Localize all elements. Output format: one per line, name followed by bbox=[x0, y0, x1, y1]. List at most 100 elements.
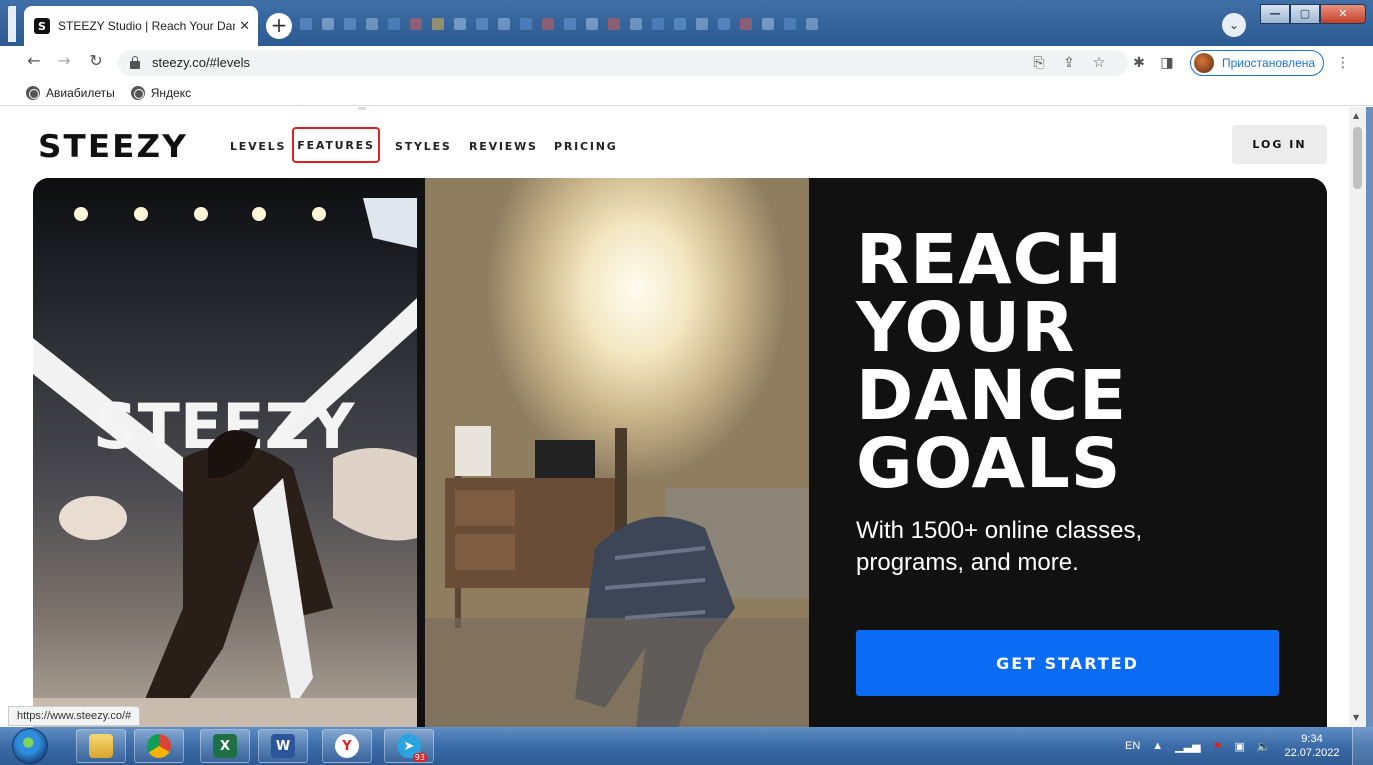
tab-icon[interactable] bbox=[674, 18, 686, 30]
extensions-puzzle-icon[interactable]: ✱ bbox=[1130, 54, 1148, 72]
scrollbar-thumb[interactable] bbox=[1353, 127, 1362, 189]
tab-icon[interactable] bbox=[300, 18, 312, 30]
tray-expand-icon[interactable]: ▲ bbox=[1152, 740, 1163, 752]
network-signal-icon[interactable]: ▁▃▅ bbox=[1175, 740, 1200, 753]
tab-icon[interactable] bbox=[322, 18, 334, 30]
clock-date: 22.07.2022 bbox=[1284, 747, 1340, 759]
taskbar-yandex[interactable]: Y bbox=[322, 729, 372, 763]
window-edge bbox=[8, 6, 16, 42]
show-desktop-button[interactable] bbox=[1352, 727, 1373, 765]
profile-button[interactable]: Приостановлена bbox=[1190, 50, 1324, 76]
tab-icon[interactable] bbox=[762, 18, 774, 30]
globe-icon bbox=[26, 85, 40, 100]
side-panel-icon[interactable]: ◨ bbox=[1158, 54, 1176, 72]
tab-icon[interactable] bbox=[806, 18, 818, 30]
login-button[interactable]: LOG IN bbox=[1232, 125, 1327, 164]
nav-hover-indicator bbox=[358, 107, 366, 110]
hero-video-home bbox=[425, 178, 809, 727]
browser-toolbar: ← → ↻ steezy.co/#levels ⎘ ⇪ ☆ ✱ ◨ Приост… bbox=[0, 46, 1373, 80]
back-arrow-icon[interactable]: ← bbox=[22, 51, 46, 75]
address-bar[interactable]: steezy.co/#levels bbox=[118, 50, 1128, 76]
headline-line: DANCE bbox=[856, 356, 1128, 436]
power-icon[interactable]: ▣ bbox=[1234, 740, 1244, 753]
page-scrollbar[interactable]: ▲ ▼ bbox=[1349, 107, 1366, 727]
close-window-button[interactable]: ✕ bbox=[1320, 4, 1366, 24]
tab-icon[interactable] bbox=[388, 18, 400, 30]
taskbar-excel[interactable]: X bbox=[200, 729, 250, 763]
chrome-icon bbox=[147, 734, 171, 758]
scroll-down-arrow-icon[interactable]: ▼ bbox=[1353, 713, 1359, 722]
bookmark-star-icon[interactable]: ☆ bbox=[1090, 54, 1108, 72]
tab-icon[interactable] bbox=[410, 18, 422, 30]
tab-icon[interactable] bbox=[784, 18, 796, 30]
nav-link-pricing[interactable]: PRICING bbox=[554, 140, 618, 153]
globe-icon bbox=[130, 85, 145, 100]
tab-icon[interactable] bbox=[718, 18, 730, 30]
scroll-up-arrow-icon[interactable]: ▲ bbox=[1353, 111, 1359, 120]
language-indicator[interactable]: EN bbox=[1125, 740, 1140, 752]
windows-taskbar: X W Y ➤ 93 EN ▲ ▁▃▅ ⚑ ▣ 🔈 9:34 22.07.2022 bbox=[0, 727, 1373, 765]
folder-icon bbox=[89, 734, 113, 758]
tab-icon[interactable] bbox=[564, 18, 576, 30]
action-center-flag-icon[interactable]: ⚑ bbox=[1213, 740, 1223, 753]
clock-time: 9:34 bbox=[1301, 733, 1323, 745]
minimize-button[interactable]: — bbox=[1260, 4, 1290, 24]
window-controls: — ▢ ✕ bbox=[1260, 4, 1366, 24]
excel-icon: X bbox=[213, 734, 237, 758]
nav-link-reviews[interactable]: REVIEWS bbox=[469, 140, 538, 153]
headline-line: YOUR bbox=[856, 288, 1076, 368]
maximize-button[interactable]: ▢ bbox=[1290, 4, 1320, 24]
pinned-tab-icons bbox=[300, 14, 818, 34]
system-tray: EN ▲ ▁▃▅ ⚑ ▣ 🔈 bbox=[1125, 727, 1271, 765]
telegram-icon: ➤ 93 bbox=[397, 734, 427, 762]
taskbar-telegram[interactable]: ➤ 93 bbox=[384, 729, 434, 763]
reload-icon[interactable]: ↻ bbox=[84, 51, 108, 75]
tab-icon[interactable] bbox=[652, 18, 664, 30]
tab-icon[interactable] bbox=[454, 18, 466, 30]
start-button[interactable] bbox=[12, 728, 48, 764]
tab-title: STEEZY Studio | Reach Your Danc bbox=[58, 19, 236, 33]
kebab-menu-icon[interactable]: ⋮ bbox=[1334, 54, 1352, 72]
url-text[interactable]: steezy.co/#levels bbox=[152, 55, 250, 70]
steezy-logo[interactable]: STEEZY bbox=[38, 129, 188, 165]
bookmark-label: Яндекс bbox=[150, 85, 192, 100]
hero-subtitle: With 1500+ online classes, programs, and… bbox=[856, 517, 1143, 576]
taskbar-chrome[interactable] bbox=[134, 729, 184, 763]
tab-close-icon[interactable]: ✕ bbox=[239, 19, 250, 34]
new-tab-button[interactable]: + bbox=[266, 13, 292, 39]
tab-icon[interactable] bbox=[542, 18, 554, 30]
lock-icon[interactable] bbox=[130, 56, 140, 69]
browser-tab-active[interactable]: S STEEZY Studio | Reach Your Danc ✕ bbox=[24, 6, 258, 46]
nav-link-features[interactable]: FEATURES bbox=[297, 139, 374, 152]
nav-link-styles[interactable]: STYLES bbox=[395, 140, 452, 153]
tab-icon[interactable] bbox=[432, 18, 444, 30]
tab-icon[interactable] bbox=[366, 18, 378, 30]
nav-link-features-highlight[interactable]: FEATURES bbox=[292, 127, 380, 163]
tab-search-button[interactable]: ⌄ bbox=[1222, 13, 1246, 37]
bookmark-yandex[interactable]: Яндекс bbox=[130, 85, 192, 100]
get-started-button[interactable]: GET STARTED bbox=[856, 630, 1279, 696]
tab-icon[interactable] bbox=[520, 18, 532, 30]
volume-icon[interactable]: 🔈 bbox=[1257, 740, 1271, 753]
translate-icon[interactable]: ⎘ bbox=[1030, 54, 1048, 72]
bookmark-aviabilety[interactable]: Авиабилеты bbox=[26, 85, 115, 100]
tab-icon[interactable] bbox=[608, 18, 620, 30]
nav-link-levels[interactable]: LEVELS bbox=[230, 140, 286, 153]
bookmark-label: Авиабилеты bbox=[46, 85, 115, 100]
taskbar-clock[interactable]: 9:34 22.07.2022 bbox=[1282, 732, 1342, 760]
tab-icon[interactable] bbox=[498, 18, 510, 30]
tab-icon[interactable] bbox=[344, 18, 356, 30]
share-icon[interactable]: ⇪ bbox=[1060, 54, 1078, 72]
studio-dancers-illustration: STEEZY bbox=[33, 198, 417, 727]
headline-line: GOALS bbox=[856, 424, 1122, 504]
forward-arrow-icon[interactable]: → bbox=[52, 51, 76, 75]
tab-icon[interactable] bbox=[586, 18, 598, 30]
tab-icon[interactable] bbox=[476, 18, 488, 30]
tab-icon[interactable] bbox=[630, 18, 642, 30]
taskbar-explorer[interactable] bbox=[76, 729, 126, 763]
taskbar-word[interactable]: W bbox=[258, 729, 308, 763]
window-frame-edge bbox=[1366, 107, 1373, 727]
tab-icon[interactable] bbox=[696, 18, 708, 30]
hero-video-studio: STEEZY bbox=[33, 178, 417, 727]
tab-icon[interactable] bbox=[740, 18, 752, 30]
